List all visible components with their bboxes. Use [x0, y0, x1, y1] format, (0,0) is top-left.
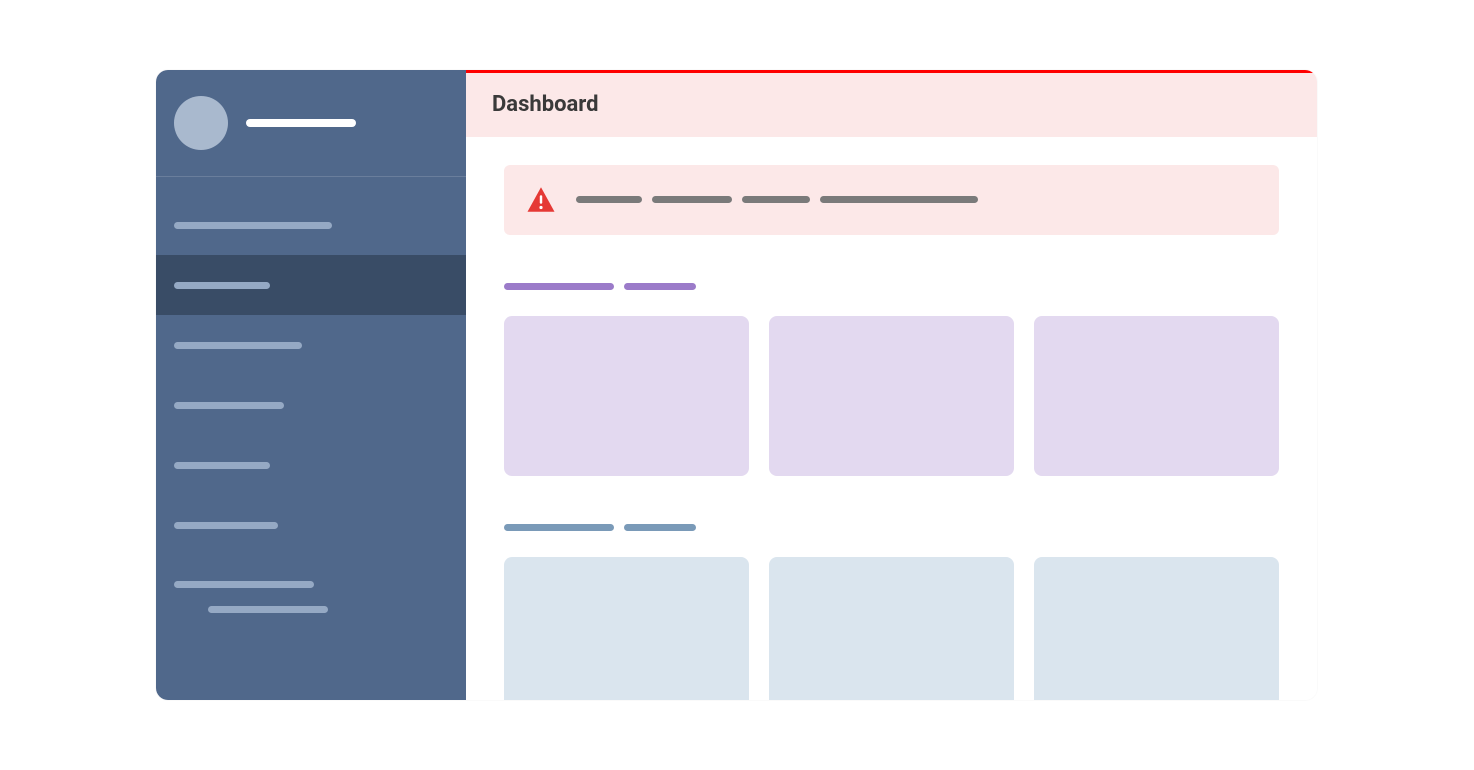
alert-text-segment	[576, 196, 642, 203]
section-heading-segment	[504, 283, 614, 290]
sidebar-item-label	[174, 342, 302, 349]
section-heading	[504, 283, 1279, 290]
section-heading-segment	[504, 524, 614, 531]
alert-text-segment	[742, 196, 810, 203]
topbar: Dashboard	[466, 70, 1317, 137]
alert-text	[576, 196, 978, 203]
avatar[interactable]	[174, 96, 228, 150]
sidebar-item-2[interactable]	[156, 315, 466, 375]
section-heading-segment	[624, 283, 696, 290]
sidebar-item-label	[174, 462, 270, 469]
alert-text-segment	[652, 196, 732, 203]
card-row	[504, 557, 1279, 700]
warning-triangle-icon	[526, 186, 556, 213]
sidebar-item-5[interactable]	[156, 495, 466, 555]
sidebar-subitem-label[interactable]	[208, 606, 328, 613]
sidebar-item-label	[174, 522, 278, 529]
section-heading	[504, 524, 1279, 531]
alert-banner	[504, 165, 1279, 235]
sidebar-item-4[interactable]	[156, 435, 466, 495]
section-blue	[504, 524, 1279, 700]
card-row	[504, 316, 1279, 476]
card[interactable]	[769, 316, 1014, 476]
page-title: Dashboard	[492, 92, 599, 117]
content	[466, 137, 1317, 700]
section-purple	[504, 283, 1279, 476]
sidebar-header	[156, 70, 466, 177]
sidebar-item-label	[174, 222, 332, 229]
app-container: Dashboard	[156, 70, 1317, 700]
sidebar-item-0[interactable]	[156, 195, 466, 255]
user-name	[246, 119, 356, 127]
sidebar-item-3[interactable]	[156, 375, 466, 435]
card[interactable]	[504, 557, 749, 700]
card[interactable]	[1034, 316, 1279, 476]
section-heading-segment	[624, 524, 696, 531]
card[interactable]	[1034, 557, 1279, 700]
alert-text-segment	[820, 196, 978, 203]
sidebar-item-1[interactable]	[156, 255, 466, 315]
main: Dashboard	[466, 70, 1317, 700]
sidebar-item-label	[174, 282, 270, 289]
sidebar-item-label	[174, 402, 284, 409]
card[interactable]	[504, 316, 749, 476]
sidebar	[156, 70, 466, 700]
card[interactable]	[769, 557, 1014, 700]
sidebar-item-label	[174, 581, 314, 588]
sidebar-item-6[interactable]	[156, 555, 466, 613]
sidebar-nav	[156, 177, 466, 613]
